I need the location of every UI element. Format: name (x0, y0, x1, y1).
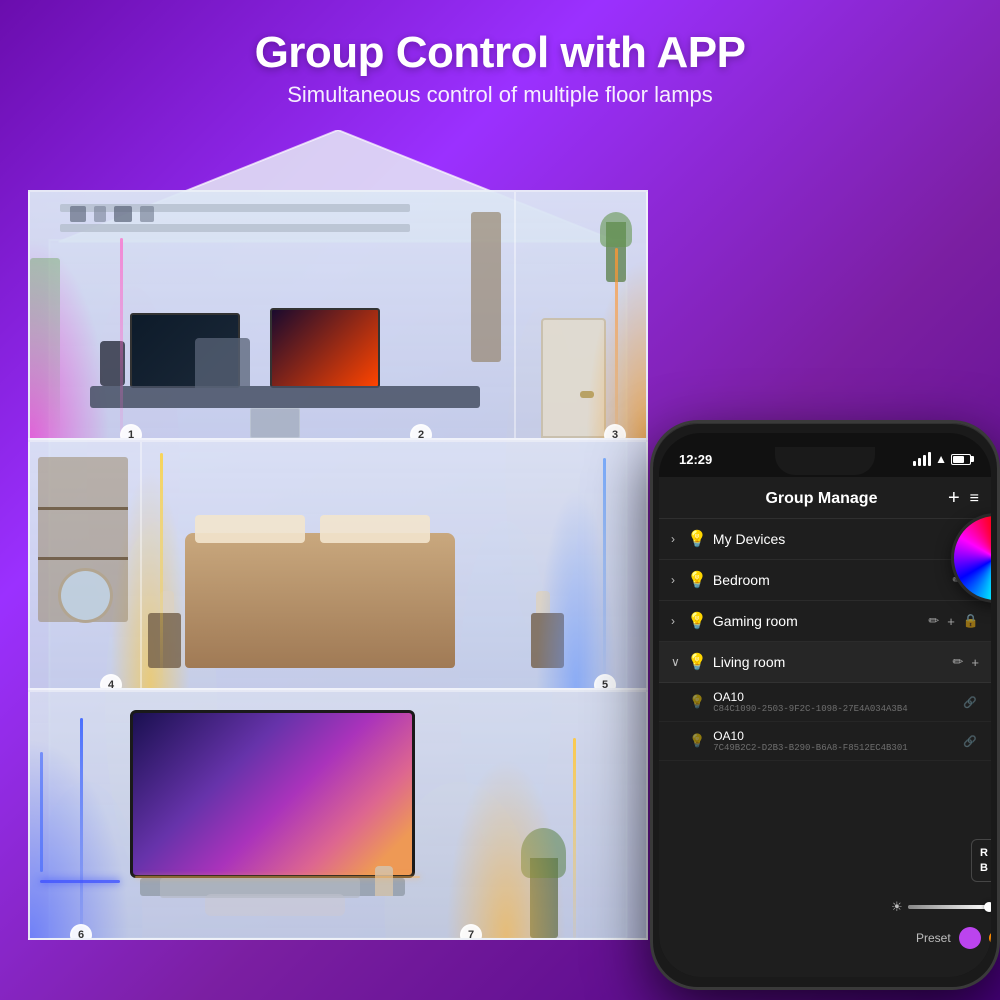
chevron-icon-living-room: ∨ (671, 655, 681, 669)
add-button-living-room[interactable]: + (971, 655, 979, 670)
device-item-2: 💡 OA10 7C49B2C2-D2B3-B290-B6A8-F8512EC4B… (659, 722, 991, 761)
add-button-gaming-room[interactable]: + (947, 614, 955, 629)
phone-body: 12:29 ▲ (650, 420, 1000, 990)
group-row-living-room[interactable]: ∨ 💡 Living room ✏ + (659, 642, 991, 683)
page-header: Group Control with APP Simultaneous cont… (0, 0, 1000, 124)
signal-bar-2 (918, 458, 921, 466)
device-id-1: C84C1090-2503-9F2C-1098-27E4A034A3B4 (713, 704, 963, 714)
app-title: Group Manage (695, 490, 948, 508)
brightness-control: ☀ (891, 899, 991, 915)
bulb-icon-my-devices: 💡 (687, 529, 707, 549)
bulb-icon-bedroom: 💡 (687, 570, 707, 590)
device-info-2: OA10 7C49B2C2-D2B3-B290-B6A8-F8512EC4B30… (713, 729, 963, 753)
main-title: Group Control with APP (20, 28, 980, 78)
device-id-2: 7C49B2C2-D2B3-B290-B6A8-F8512EC4B301 (713, 743, 963, 753)
device-name-1: OA10 (713, 690, 963, 704)
status-time: 12:29 (679, 452, 712, 467)
rooms-wrapper: 1 2 3 (28, 190, 648, 940)
brightness-sun-icon: ☀ (891, 899, 903, 915)
group-name-gaming-room: Gaming room (713, 613, 928, 629)
group-actions-gaming-room: ✏ + 🔒 (928, 613, 979, 629)
signal-bars (913, 452, 931, 466)
brightness-fill (908, 905, 988, 909)
group-row-gaming-room[interactable]: › 💡 Gaming room ✏ + 🔒 (659, 601, 991, 642)
device-bulb-icon-2: 💡 (689, 733, 705, 749)
group-name-living-room: Living room (713, 654, 953, 670)
device-bulb-icon-1: 💡 (689, 694, 705, 710)
battery-icon (951, 454, 971, 465)
group-actions-living-room: ✏ + (953, 654, 980, 670)
room-number-3: 3 (604, 424, 626, 440)
floor-top: 1 2 3 (28, 190, 648, 440)
room-number-4: 4 (100, 674, 122, 690)
status-icons: ▲ (913, 452, 971, 466)
phone-screen: 12:29 ▲ (659, 433, 991, 977)
signal-bar-4 (928, 452, 931, 466)
phone-mockup: 12:29 ▲ (650, 420, 1000, 990)
room-number-7: 7 (460, 924, 482, 940)
phone-notch (775, 447, 875, 475)
menu-button[interactable]: ≡ (970, 490, 979, 508)
chevron-icon-gaming-room: › (671, 614, 681, 628)
device-info-1: OA10 C84C1090-2503-9F2C-1098-27E4A034A3B… (713, 690, 963, 714)
preset-label: Preset (916, 931, 951, 945)
color-panel: R 208 B 255 (971, 839, 991, 882)
app-header: Group Manage + ≡ (659, 477, 991, 519)
room-number-2: 2 (410, 424, 432, 440)
brightness-thumb[interactable] (984, 902, 991, 912)
device-link-icon-2[interactable]: 🔗 (963, 735, 977, 748)
room-number-6: 6 (70, 924, 92, 940)
edit-button-living-room[interactable]: ✏ (953, 654, 964, 670)
preset-dot-purple[interactable] (959, 927, 981, 949)
bulb-icon-living-room: 💡 (687, 652, 707, 672)
color-b-row: B 255 (980, 862, 991, 874)
wifi-icon: ▲ (935, 452, 947, 466)
device-link-icon-1[interactable]: 🔗 (963, 696, 977, 709)
room-number-5: 5 (594, 674, 616, 690)
preset-dot-orange[interactable] (989, 931, 991, 945)
signal-bar-1 (913, 461, 916, 466)
main-subtitle: Simultaneous control of multiple floor l… (20, 82, 980, 108)
bulb-icon-gaming-room: 💡 (687, 611, 707, 631)
house-illustration: 1 2 3 (18, 130, 658, 940)
edit-button-gaming-room[interactable]: ✏ (928, 613, 939, 629)
lock-button-gaming-room[interactable]: 🔒 (963, 613, 979, 629)
signal-bar-3 (923, 455, 926, 466)
chevron-icon-my-devices: › (671, 532, 681, 546)
color-b-label: B (980, 862, 991, 874)
chevron-icon-bedroom: › (671, 573, 681, 587)
group-row-bedroom[interactable]: › 💡 Bedroom ✏ + (659, 560, 991, 601)
preset-row: Preset (916, 927, 991, 949)
floor-mid: 4 5 (28, 440, 648, 690)
color-r-label: R (980, 847, 991, 859)
floor-bot: 6 7 (28, 690, 648, 940)
group-name-my-devices: My Devices (713, 531, 966, 547)
brightness-track[interactable] (908, 905, 991, 909)
battery-tip (971, 456, 974, 462)
add-group-button[interactable]: + (948, 487, 960, 510)
group-name-bedroom: Bedroom (713, 572, 953, 588)
battery-fill (953, 456, 964, 463)
device-item-1: 💡 OA10 C84C1090-2503-9F2C-1098-27E4A034A… (659, 683, 991, 722)
room-number-1: 1 (120, 424, 142, 440)
color-r-row: R 208 (980, 847, 991, 859)
device-name-2: OA10 (713, 729, 963, 743)
app-content: Group Manage + ≡ › 💡 My Devices ↻ (659, 477, 991, 977)
group-row-my-devices[interactable]: › 💡 My Devices ↻ (659, 519, 991, 560)
